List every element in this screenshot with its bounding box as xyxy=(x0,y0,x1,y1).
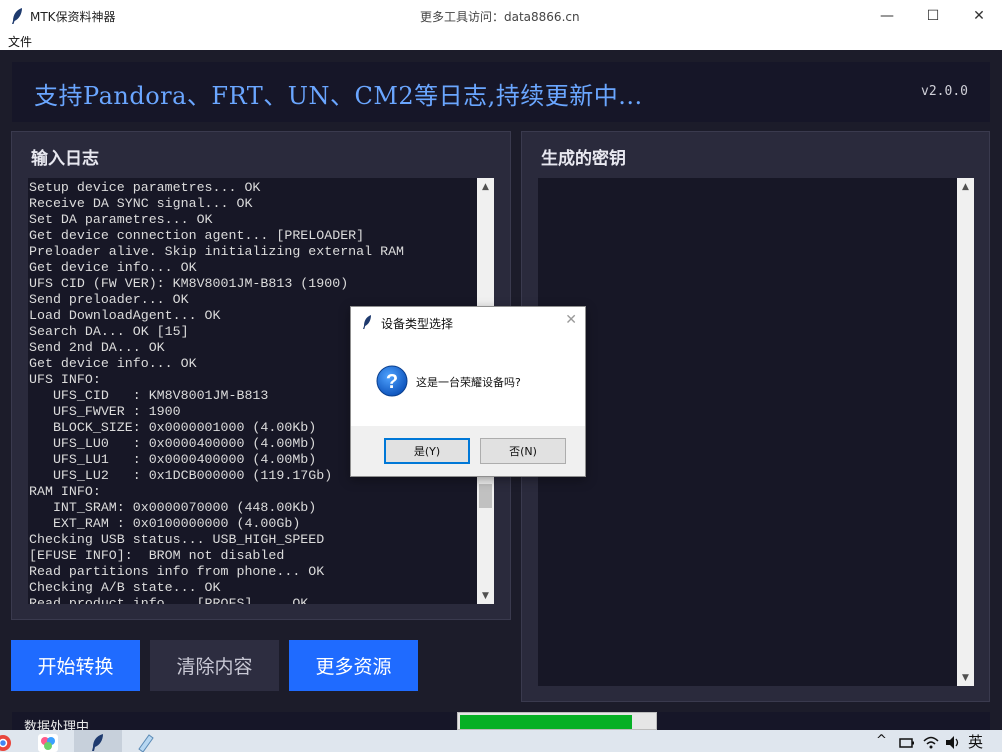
taskbar-active-app[interactable] xyxy=(74,730,122,752)
output-key-panel: 生成的密钥 ▲ ▼ xyxy=(521,131,990,702)
chrome-icon[interactable] xyxy=(0,733,14,752)
wifi-icon[interactable] xyxy=(922,733,940,752)
photos-app-icon[interactable] xyxy=(37,733,59,752)
log-line: Checking A/B state... OK xyxy=(29,580,221,595)
output-key-textarea[interactable]: ▲ ▼ xyxy=(538,178,974,686)
menu-bar: 文件 xyxy=(0,31,1002,50)
progress-fill xyxy=(460,715,633,729)
log-line: Setup device parametres... OK xyxy=(29,180,261,195)
scroll-down-arrow-icon[interactable]: ▼ xyxy=(957,669,974,686)
dialog-footer: 是(Y) 否(N) xyxy=(351,426,585,476)
dialog-message: 这是一台荣耀设备吗? xyxy=(416,376,521,389)
scroll-thumb[interactable] xyxy=(479,484,492,508)
log-line: Receive DA SYNC signal... OK xyxy=(29,196,253,211)
no-button[interactable]: 否(N) xyxy=(480,438,566,464)
log-line: Read partitions info from phone... OK xyxy=(29,564,325,579)
log-line: Preloader alive. Skip initializing exter… xyxy=(29,244,405,259)
log-line: Checking USB status... USB_HIGH_SPEED xyxy=(29,532,325,547)
maximize-icon: ☐ xyxy=(926,7,940,24)
menu-file[interactable]: 文件 xyxy=(8,33,32,50)
maximize-button[interactable]: ☐ xyxy=(910,0,956,31)
log-line: Read product info... [PROFS] OK xyxy=(29,596,309,604)
log-line: UFS CID (FW VER): KM8V8001JM-B813 (1900) xyxy=(29,276,349,291)
question-glyph: ? xyxy=(386,371,398,393)
input-language-indicator[interactable]: 英 xyxy=(968,731,983,752)
output-key-scrollbar[interactable]: ▲ ▼ xyxy=(957,178,974,686)
feather-app-icon xyxy=(92,734,103,751)
log-line: Get device connection agent... [PRELOADE… xyxy=(29,228,365,243)
log-line: RAM INFO: xyxy=(29,484,101,499)
log-line: Get device info... OK xyxy=(29,260,197,275)
app-title: MTK保资料神器 xyxy=(30,10,116,24)
close-icon: ✕ xyxy=(973,7,985,24)
log-line: Set DA parametres... OK xyxy=(29,212,213,227)
clear-content-button[interactable]: 清除内容 xyxy=(150,640,279,691)
dialog-title: 设备类型选择 xyxy=(381,317,454,331)
start-convert-button[interactable]: 开始转换 xyxy=(11,640,140,691)
banner: 支持Pandora、FRT、UN、CM2等日志,持续更新中... v2.0.0 xyxy=(12,62,990,122)
output-key-title: 生成的密钥 xyxy=(541,149,626,169)
feather-app-icon xyxy=(363,315,371,329)
progress-bar xyxy=(457,712,657,730)
feather-app-icon xyxy=(12,8,22,24)
banner-text: 支持Pandora、FRT、UN、CM2等日志,持续更新中... xyxy=(34,82,643,110)
input-log-title: 输入日志 xyxy=(31,149,99,169)
log-line: INT_SRAM: 0x0000070000 (448.00Kb) xyxy=(29,500,317,515)
window-subtitle: 更多工具访问：data8866.cn xyxy=(420,10,580,24)
minimize-icon: — xyxy=(880,7,894,24)
version-label: v2.0.0 xyxy=(921,84,968,99)
notepad-icon[interactable] xyxy=(134,733,156,752)
more-resources-button[interactable]: 更多资源 xyxy=(289,640,418,691)
taskbar: ^ 英 xyxy=(0,730,1002,752)
battery-icon[interactable] xyxy=(898,733,916,752)
dialog-close-icon[interactable]: ✕ xyxy=(565,312,577,328)
log-line: [EFUSE INFO]: BROM not disabled xyxy=(29,548,285,563)
log-line: EXT_RAM : 0x0100000000 (4.00Gb) xyxy=(29,516,301,531)
scroll-up-arrow-icon[interactable]: ▲ xyxy=(957,178,974,195)
tray-chevron-icon[interactable]: ^ xyxy=(876,733,887,748)
dialog-titlebar: 设备类型选择 ✕ xyxy=(351,307,585,337)
scroll-down-arrow-icon[interactable]: ▼ xyxy=(477,587,494,604)
close-button[interactable]: ✕ xyxy=(956,0,1002,31)
scroll-up-arrow-icon[interactable]: ▲ xyxy=(477,178,494,195)
question-icon: ? xyxy=(376,365,408,397)
yes-button[interactable]: 是(Y) xyxy=(384,438,470,464)
volume-icon[interactable] xyxy=(944,733,962,752)
window-titlebar: MTK保资料神器 更多工具访问：data8866.cn — ☐ ✕ xyxy=(0,0,1002,31)
device-type-dialog: 设备类型选择 ✕ ? 这是一台荣耀设备吗? 是(Y) 否(N) xyxy=(350,306,586,477)
minimize-button[interactable]: — xyxy=(864,0,910,31)
